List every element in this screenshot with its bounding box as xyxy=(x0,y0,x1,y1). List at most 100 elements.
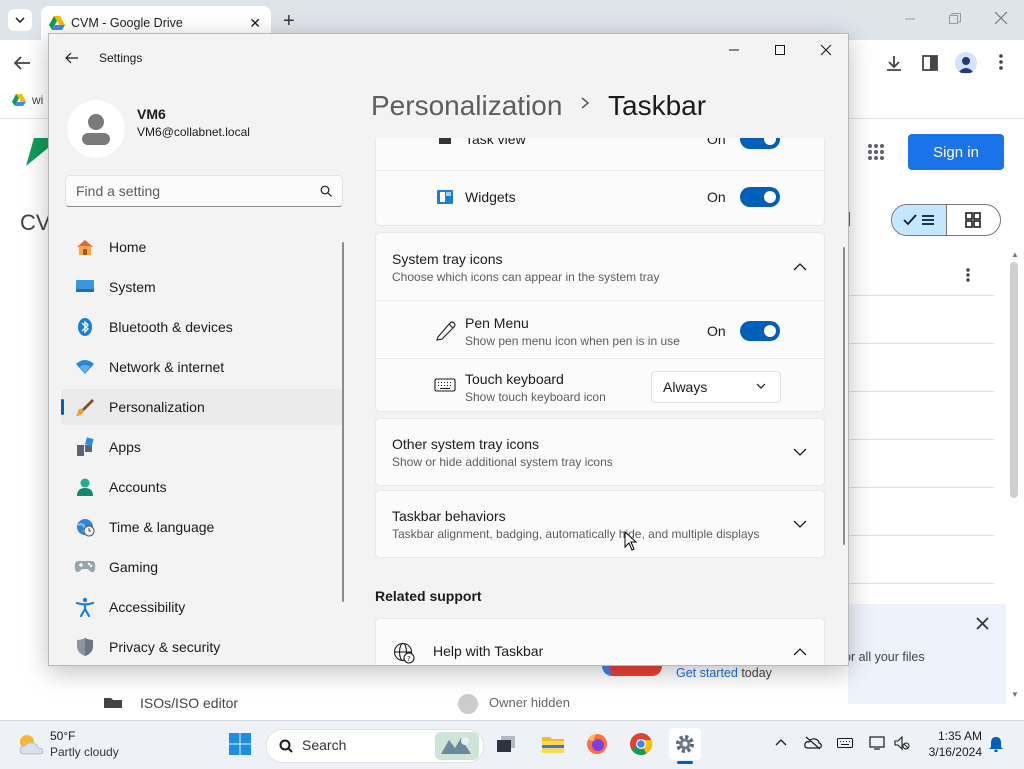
person-avatar-icon xyxy=(82,114,110,145)
promo-close-icon[interactable] xyxy=(976,617,989,630)
system-icon xyxy=(73,275,97,299)
content-scrollbar[interactable] xyxy=(843,247,845,545)
settings-back-button[interactable] xyxy=(65,52,79,64)
system-tray-card: System tray icons Choose which icons can… xyxy=(375,232,825,412)
pen-menu-toggle[interactable] xyxy=(740,321,780,341)
list-view-button[interactable] xyxy=(892,205,946,235)
scroll-down-arrow[interactable]: ▼ xyxy=(1011,690,1019,699)
nav-scrollbar[interactable] xyxy=(342,242,344,602)
more-options-icon[interactable] xyxy=(966,268,970,282)
maximize-button[interactable] xyxy=(757,34,803,66)
home-icon xyxy=(73,235,97,259)
close-browser-button[interactable] xyxy=(994,11,1008,25)
restore-browser-button[interactable] xyxy=(948,12,962,26)
help-card[interactable]: ? Help with Taskbar xyxy=(375,618,825,665)
search-icon[interactable] xyxy=(320,185,332,197)
close-button[interactable] xyxy=(803,34,848,66)
close-icon xyxy=(820,44,832,56)
tab-search-button[interactable] xyxy=(8,9,32,31)
search-input[interactable] xyxy=(66,176,318,206)
network-tray-icon[interactable] xyxy=(869,736,887,750)
user-email: VM6@collabnet.local xyxy=(137,125,250,139)
sign-in-button[interactable]: Sign in xyxy=(908,134,1004,170)
sidebar-item-bluetooth[interactable]: Bluetooth & devices xyxy=(61,309,343,345)
related-support-heading: Related support xyxy=(375,588,482,604)
other-tray-subtitle: Show or hide additional system tray icon… xyxy=(392,455,613,469)
chevron-down-icon[interactable] xyxy=(792,444,808,460)
volume-muted-icon[interactable] xyxy=(894,736,910,750)
browser-menu-icon[interactable] xyxy=(999,54,1003,70)
bookmark-item[interactable]: wi xyxy=(12,93,43,107)
firefox-button[interactable] xyxy=(581,728,613,760)
show-hidden-icons-chevron-icon[interactable] xyxy=(775,738,787,746)
taskbar-search-label: Search xyxy=(302,737,347,753)
help-label: Help with Taskbar xyxy=(433,643,544,659)
sidebar-item-system[interactable]: System xyxy=(61,269,343,305)
back-arrow-icon[interactable] xyxy=(13,55,31,71)
sidebar-item-home[interactable]: Home xyxy=(61,229,343,265)
drive-logo xyxy=(26,138,50,168)
start-button[interactable] xyxy=(224,728,256,760)
weather-widget[interactable]: 50°F Partly cloudy xyxy=(16,728,126,762)
view-toggle[interactable] xyxy=(891,204,1001,236)
taskbar-search[interactable]: Search xyxy=(266,729,484,763)
settings-title: Settings xyxy=(99,51,143,65)
get-started-link[interactable]: Get started xyxy=(676,666,738,680)
profile-icon[interactable] xyxy=(955,52,977,74)
google-drive-icon xyxy=(12,94,26,106)
taskbar-behaviors-card[interactable]: Taskbar behaviors Taskbar alignment, bad… xyxy=(375,490,825,558)
task-view-icon xyxy=(497,736,515,752)
chevron-up-icon[interactable] xyxy=(792,259,808,275)
chrome-icon xyxy=(630,733,653,755)
sidebar-item-network[interactable]: Network & internet xyxy=(61,349,343,385)
new-tab-button[interactable]: + xyxy=(283,10,295,33)
sidebar-item-accounts[interactable]: Accounts xyxy=(61,469,343,505)
touch-keyboard-dropdown[interactable]: Always xyxy=(651,371,781,403)
grid-icon xyxy=(965,212,982,228)
grid-view-button[interactable] xyxy=(945,205,1001,235)
settings-window: Settings VM6 VM6@collabnet.local Home Sy… xyxy=(48,33,849,666)
onedrive-offline-icon[interactable] xyxy=(804,736,822,750)
chevron-down-icon[interactable] xyxy=(792,516,808,532)
google-drive-icon xyxy=(49,16,65,30)
partly-cloudy-icon xyxy=(19,735,44,755)
maximize-icon xyxy=(775,45,785,55)
sidebar-item-gaming[interactable]: Gaming xyxy=(61,549,343,585)
file-explorer-button[interactable] xyxy=(537,728,569,760)
minimize-browser-button[interactable] xyxy=(902,10,918,26)
system-tray-title: System tray icons xyxy=(392,251,503,267)
widgets-label: Widgets xyxy=(465,189,516,205)
other-tray-title: Other system tray icons xyxy=(392,436,540,452)
page-scrollbar[interactable] xyxy=(1010,262,1018,498)
settings-taskbar-button[interactable] xyxy=(669,728,701,760)
keyboard-tray-icon[interactable] xyxy=(837,738,853,748)
sidebar-item-apps[interactable]: Apps xyxy=(61,429,343,465)
user-avatar[interactable] xyxy=(67,100,125,158)
widgets-icon xyxy=(437,190,453,204)
windows-logo-icon xyxy=(229,733,251,755)
user-name: VM6 xyxy=(137,106,166,122)
sidebar-item-time-language[interactable]: Time & language xyxy=(61,509,343,545)
globe-clock-icon xyxy=(73,515,97,539)
side-panel-icon[interactable] xyxy=(922,55,938,71)
sidebar-item-personalization[interactable]: Personalization xyxy=(61,389,343,425)
settings-search-box xyxy=(65,175,343,207)
scroll-up-arrow[interactable]: ▲ xyxy=(1011,250,1019,259)
widgets-toggle[interactable] xyxy=(740,187,780,207)
clock[interactable]: 1:35 AM 3/16/2024 xyxy=(918,728,982,762)
task-view-toggle[interactable] xyxy=(740,138,780,149)
chevron-up-icon[interactable] xyxy=(792,644,808,660)
search-icon xyxy=(279,739,293,753)
firefox-icon xyxy=(587,734,607,754)
breadcrumb-parent[interactable]: Personalization xyxy=(371,90,562,122)
other-tray-card[interactable]: Other system tray icons Show or hide add… xyxy=(375,418,825,486)
sidebar-item-accessibility[interactable]: Accessibility xyxy=(61,589,343,625)
chrome-button[interactable] xyxy=(625,728,657,760)
apps-grid-icon[interactable] xyxy=(867,143,885,161)
minimize-button[interactable] xyxy=(711,34,757,66)
close-tab-icon[interactable]: ✕ xyxy=(249,15,261,32)
sidebar-item-privacy[interactable]: Privacy & security xyxy=(61,629,343,665)
download-icon[interactable] xyxy=(885,54,903,72)
notification-bell-icon[interactable] xyxy=(989,736,1003,752)
task-view-button[interactable] xyxy=(490,728,522,760)
